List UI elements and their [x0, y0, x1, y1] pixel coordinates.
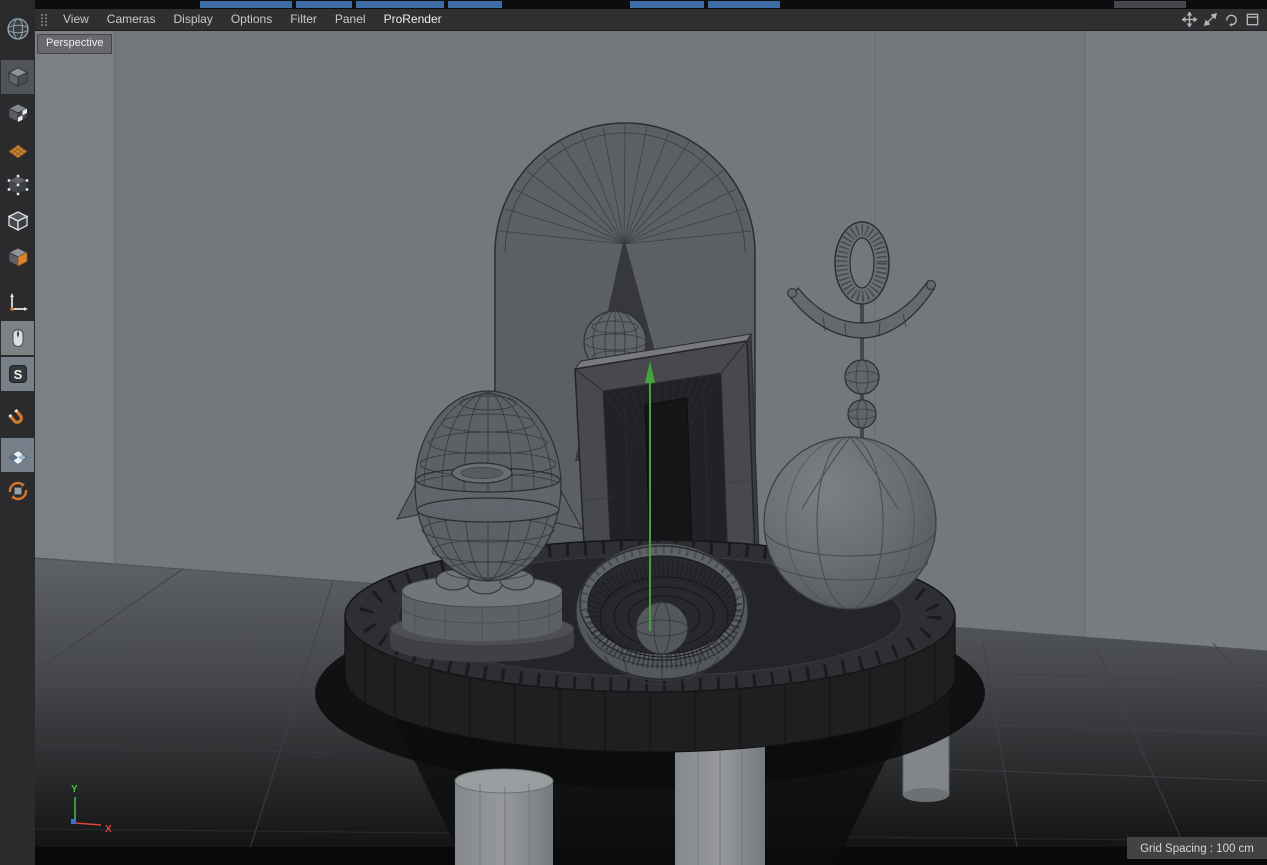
menu-view[interactable]: View [54, 9, 98, 30]
sphere-object[interactable] [763, 436, 937, 610]
viewport-canvas[interactable]: Y X Grid Spacing : 100 cm Perspective [34, 31, 1267, 865]
toolbar-fragment [1114, 1, 1186, 8]
menu-cameras[interactable]: Cameras [98, 9, 165, 30]
toolbar-fragment [708, 1, 780, 8]
snapping-icon[interactable] [1, 402, 34, 436]
view-nav-icons [1181, 12, 1267, 28]
toolbar-fragment [296, 1, 352, 8]
mode-toolbar: S [0, 57, 35, 865]
scene-svg[interactable]: Y X Grid Spacing : 100 cm [34, 31, 1267, 865]
axis-mode-icon[interactable] [1, 285, 34, 319]
menu-panel[interactable]: Panel [326, 9, 375, 30]
menu-display[interactable]: Display [164, 9, 221, 30]
quantize-mode-icon[interactable] [1, 438, 34, 472]
toolbar-fragment [630, 1, 704, 8]
viewport-name-label: Perspective [37, 34, 113, 54]
menu-prorender[interactable]: ProRender [375, 9, 451, 30]
viewport-menubar: View Cameras Display Options Filter Pane… [35, 9, 1267, 31]
toolbar-fragment [356, 1, 444, 8]
x-axis-label: X [105, 824, 112, 835]
model-mode-icon[interactable] [1, 60, 34, 94]
points-mode-icon[interactable] [1, 168, 34, 202]
polygons-mode-icon[interactable] [1, 240, 34, 274]
rotate-icon[interactable] [1223, 12, 1239, 28]
texture-mode-icon[interactable] [1, 96, 34, 130]
toolbar-fragment [200, 1, 292, 8]
pan-icon[interactable] [1181, 12, 1197, 28]
workplane-mode-icon[interactable] [1, 132, 34, 166]
toolbar-fragment [448, 1, 502, 8]
maximize-view-icon[interactable] [1244, 12, 1260, 28]
menu-filter[interactable]: Filter [281, 9, 326, 30]
clipped-toolbar-strip [35, 0, 1267, 9]
globe-icon [6, 17, 29, 40]
menubar-drag-handle-icon[interactable] [39, 13, 49, 27]
menu-options[interactable]: Options [222, 9, 281, 30]
edges-mode-icon[interactable] [1, 204, 34, 238]
svg-text:S: S [13, 367, 22, 382]
viewport-solo-icon[interactable]: S [1, 357, 34, 391]
grid-spacing-label: Grid Spacing : 100 cm [1127, 837, 1267, 859]
viewport-corner [0, 0, 35, 57]
svg-text:Grid Spacing : 100 cm: Grid Spacing : 100 cm [1140, 843, 1254, 855]
tweak-mode-icon[interactable] [1, 321, 34, 355]
y-axis-label: Y [71, 784, 78, 795]
workplane-lock-icon[interactable] [1, 474, 34, 508]
cinema4d-viewport-window: View Cameras Display Options Filter Pane… [0, 0, 1267, 865]
zoom-icon[interactable] [1202, 12, 1218, 28]
